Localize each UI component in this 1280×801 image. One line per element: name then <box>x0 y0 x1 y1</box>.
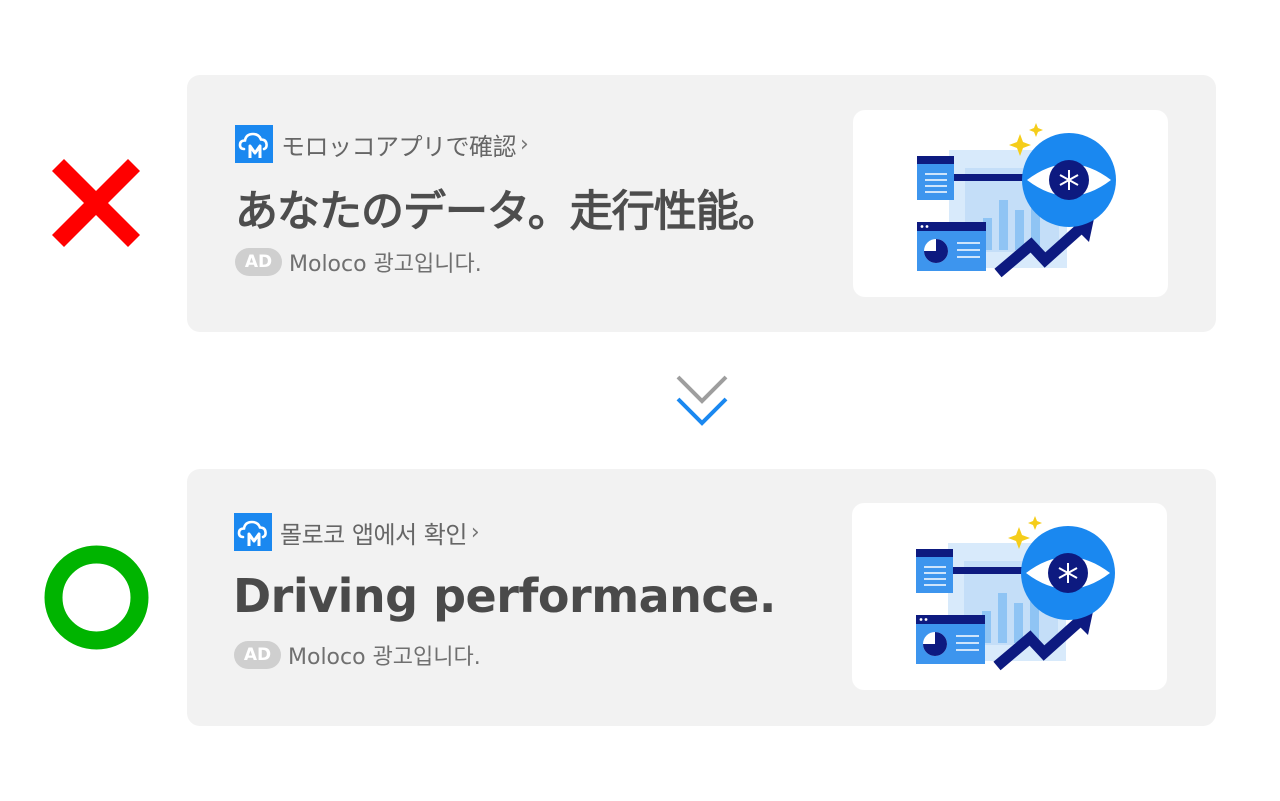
comparison-slide: モロッコアプリで確認 › あなたのデータ。走行性能。 AD Moloco 광고입… <box>0 0 1280 801</box>
moloco-logo-icon <box>234 513 272 551</box>
ad-badge: AD <box>234 641 281 669</box>
ad-badge: AD <box>235 248 282 276</box>
double-chevron-down-icon <box>676 375 728 426</box>
source-link-label: 몰로코 앱에서 확인 <box>280 520 467 549</box>
ad-card-good-example[interactable]: 몰로코 앱에서 확인 › Driving performance. AD Mol… <box>187 469 1216 726</box>
ad-card-bad-example[interactable]: モロッコアプリで確認 › あなたのデータ。走行性能。 AD Moloco 광고입… <box>187 75 1216 332</box>
hero-image[interactable] <box>852 503 1167 690</box>
ad-disclosure-text: Moloco 광고입니다. <box>288 645 481 670</box>
circle-icon <box>44 545 149 650</box>
ad-disclosure: AD Moloco 광고입니다. <box>235 246 482 278</box>
source-link[interactable]: モロッコアプリで確認 › <box>235 125 529 163</box>
source-link[interactable]: 몰로코 앱에서 확인 › <box>234 513 480 551</box>
chevron-right-icon: › <box>470 519 480 545</box>
moloco-logo-icon <box>235 125 273 163</box>
analytics-eye-illustration-icon <box>917 123 1116 278</box>
ad-headline: あなたのデータ。走行性能。 <box>235 187 781 237</box>
ad-headline: Driving performance. <box>233 569 776 623</box>
analytics-eye-illustration-icon <box>916 516 1115 671</box>
cross-icon <box>51 158 141 248</box>
hero-image[interactable] <box>853 110 1168 297</box>
chevron-right-icon: › <box>520 131 529 157</box>
ad-disclosure-text: Moloco 광고입니다. <box>289 252 482 277</box>
ad-disclosure: AD Moloco 광고입니다. <box>234 639 481 671</box>
source-link-label: モロッコアプリで確認 <box>281 132 517 161</box>
